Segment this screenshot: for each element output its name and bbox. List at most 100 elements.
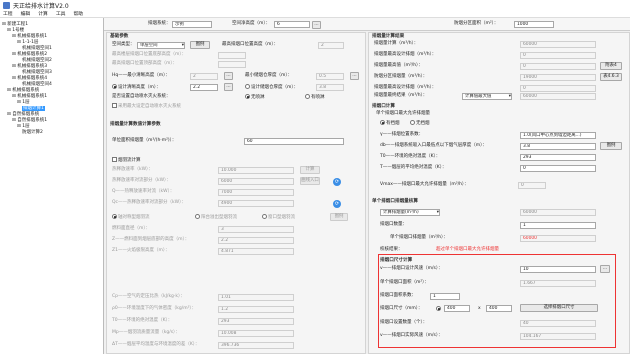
area-coef-input[interactable]: 1 [430,293,460,300]
plume-radio-balcony[interactable]: 阳台溢出型烟羽流 [195,214,237,221]
plume-radio-axis[interactable]: 轴对称型烟羽流 [112,214,150,221]
row-input[interactable]: 60000 [520,41,596,48]
radio-on[interactable] [245,94,250,99]
row-input[interactable]: 293 [520,154,596,161]
tree-item[interactable]: ⊟ 自然排烟系统1 [12,118,47,123]
row-input[interactable]: 0 [520,165,596,172]
menu-item-calc[interactable]: 计算 [38,10,48,17]
row-a-input[interactable] [218,52,246,59]
max-height-input[interactable]: 2 [318,42,344,49]
row-input[interactable]: 396.736 [218,342,294,349]
space-type-select[interactable]: 单层空间 ▾ [137,42,185,49]
unit-exhaust-input[interactable]: 60 [244,138,344,145]
tree-item[interactable]: 机械排烟空间1 [22,46,52,51]
menu-item-help[interactable]: 帮助 [73,10,83,17]
tree-item[interactable]: ⊟ 1-1-1层 [17,40,39,45]
tree-item[interactable]: ⊟ 1号楼 [7,28,24,33]
row-button[interactable]: 图例 [600,142,622,150]
system-name-input[interactable]: 示例 [172,21,212,28]
radio-off[interactable] [410,120,415,125]
tree-item[interactable]: ⊟ 机械排烟系统 [7,88,39,93]
tree-item[interactable]: 防烟计算2 [22,130,43,135]
clear-height-more-button[interactable]: … [224,83,233,91]
menu-item-tools[interactable]: 工具 [56,10,66,17]
row-button[interactable]: 计算 [300,166,320,174]
row-input[interactable]: 1.0(风口中心点到墙边距离...) [520,132,596,139]
hq-input[interactable]: 2 [190,73,218,80]
radio-off[interactable] [195,214,200,219]
tree-item[interactable]: 机械排烟空间4 [22,82,52,87]
choose-size-button[interactable]: 选择排烟口尺寸 [520,304,598,312]
tree-item[interactable]: ⊟ 1层 [17,100,30,105]
checkbox[interactable] [112,157,117,162]
area-input[interactable]: 1000 [514,21,554,28]
radio-off[interactable] [305,94,310,99]
plume-check[interactable]: 烟羽流计算 [112,157,141,164]
refresh-icon-2[interactable]: ⟳ [333,200,341,208]
tree-item[interactable]: ⊟ 机械排烟系统4 [12,76,47,81]
no-sprinkler-radio[interactable]: 无喷淋 [245,94,265,101]
space-height-more-button[interactable]: … [312,20,321,29]
size-height-input[interactable]: 400 [486,305,512,312]
tree-item[interactable]: ⊟ 新建工程1 [2,22,28,27]
radio-on[interactable] [380,120,385,125]
exhaust-type-select[interactable]: 计算排烟量(m³/h) ▾ [380,209,440,216]
row-input[interactable]: 1.2 [218,306,294,313]
refresh-icon[interactable]: ⟳ [333,178,341,186]
row-input[interactable]: 10.000 [218,167,294,174]
clear-height-input[interactable]: 2.2 [190,84,218,91]
row-input[interactable]: 19000 [520,74,596,81]
row-input[interactable]: 4.871 [218,248,294,255]
row-input[interactable]: 3.8 [520,143,596,150]
row-b-input[interactable] [218,61,246,68]
row-input[interactable]: 1.01 [218,294,294,301]
vmax-input[interactable]: 0 [518,182,546,189]
hq-more-button[interactable]: … [224,72,233,80]
min-thick-more-button[interactable]: … [350,72,359,80]
real-count-value[interactable]: 40 [520,320,596,327]
row-input[interactable]: 6000 [218,178,294,185]
checkbox[interactable] [112,103,117,108]
row-input[interactable]: 3 [218,226,294,233]
real-velocity-value[interactable]: 104.167 [520,333,596,340]
tree-item[interactable]: ⊟ 机械排烟系统2 [12,52,47,57]
tree-item[interactable]: 机械排烟空间3 [22,70,52,75]
tree-item[interactable]: 机械排烟空间2 [22,58,52,63]
row-input[interactable]: 7000 [218,189,294,196]
max-sprinkler-check[interactable]: 采用最大设定自动喷水灭火系统 [112,103,181,110]
radio-off[interactable] [245,84,250,89]
final-result-select[interactable]: 计算值最大值 ▾ [462,93,512,100]
tree-item[interactable]: ⊟ 机械排烟系统1 [12,34,47,39]
radio-off[interactable] [262,214,267,219]
design-velocity-more-button[interactable]: … [600,265,610,273]
min-thick-input[interactable]: 0.5 [316,73,344,80]
row-input[interactable]: 293 [218,318,294,325]
row-button[interactable]: 表4.6.3 [600,73,622,81]
space-type-legend-button[interactable]: 图例 [190,41,210,49]
size-w-radio[interactable] [436,306,442,313]
outlet-area-value[interactable]: 1.667 [520,280,596,287]
row-input[interactable]: 0 [520,85,596,92]
menu-item-project[interactable]: 工程 [3,10,13,17]
row-button[interactable]: 曲线入口 [300,177,320,185]
radio-on[interactable] [436,306,441,311]
outlet-count-input[interactable]: 1 [520,222,596,229]
radio-on[interactable] [112,214,117,219]
radio-on[interactable] [112,84,117,89]
exhaust-value[interactable]: 60000 [520,209,596,216]
project-tree[interactable]: ⊟ 新建工程1 ⊟ 1号楼 ⊟ 机械排烟系统1 ⊟ 1-1-1层 机械排烟空间1 ⊟ 机… [0,18,104,354]
design-velocity-input[interactable]: 10 [520,266,596,273]
smoke-thick-radio[interactable]: 设计储烟仓厚度（m）： [245,84,298,91]
row-input[interactable]: 4900 [218,200,294,207]
row-input[interactable]: 0 [520,63,596,70]
plume-radio-window[interactable]: 窗口型烟羽流 [262,214,295,221]
space-height-input[interactable]: 6 [274,21,310,28]
final-result-value[interactable]: 60000 [520,93,596,100]
tree-item[interactable]: ⊟ 1层 [17,124,30,129]
tree-item[interactable]: ⊟ 机械排烟系统1 [12,94,47,99]
baffle-radio-b[interactable]: 无挡烟 [410,120,430,127]
tree-item[interactable]: ⊟ 机械排烟系统3 [12,64,47,69]
smoke-thick-input[interactable]: 3.8 [316,84,344,91]
row-input[interactable]: 2.2 [218,237,294,244]
tree-item[interactable]: ⊟ 自然排烟系统 [7,112,39,117]
